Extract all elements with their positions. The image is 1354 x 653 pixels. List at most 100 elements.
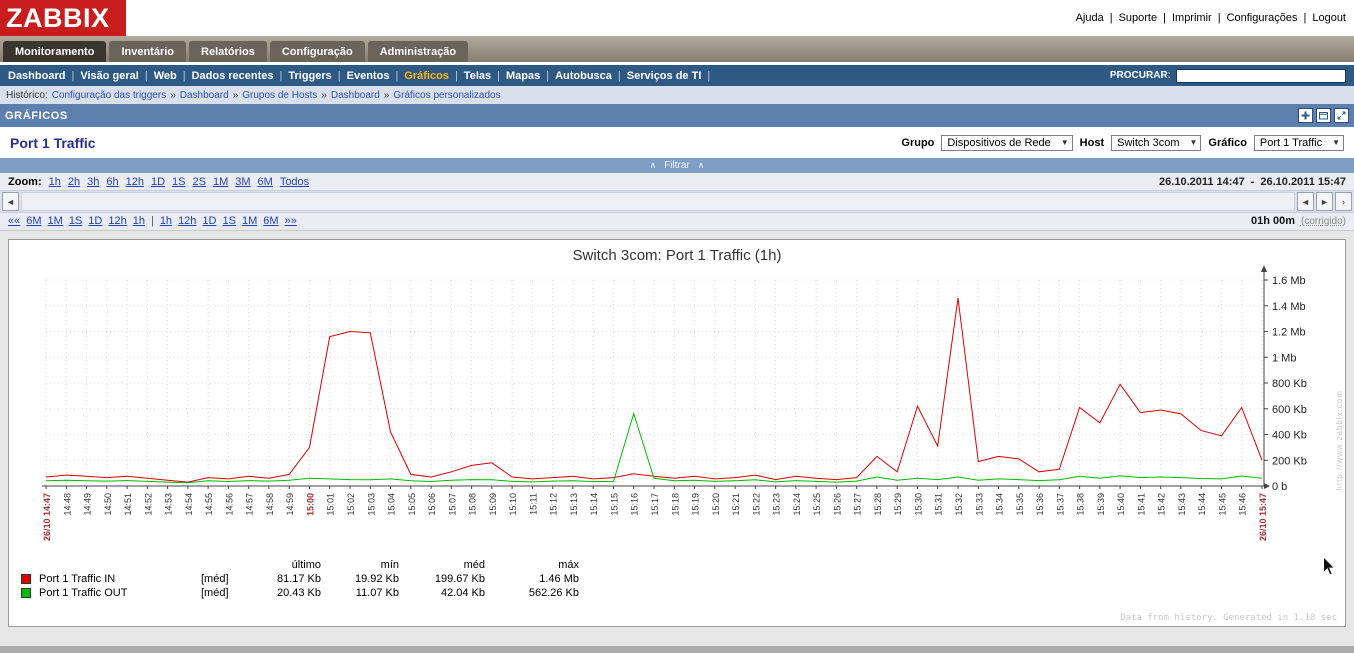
zabbix-logo-text: ZABBIX <box>6 2 110 33</box>
link-logout[interactable]: Logout <box>1312 12 1346 24</box>
shift-fwd-12h[interactable]: 12h <box>178 215 196 227</box>
separator: | <box>71 69 75 82</box>
history-link-2[interactable]: Dashboard <box>180 90 229 101</box>
section-title: GRÁFICOS <box>5 109 68 122</box>
shift-fwd-1s[interactable]: 1S <box>222 215 235 227</box>
sub-nav-item-eventos[interactable]: Eventos <box>347 70 390 82</box>
history-link-5[interactable]: Gráficos personalizados <box>393 90 500 101</box>
host-select-value: Switch 3com <box>1117 136 1180 149</box>
link-suporte[interactable]: Suporte <box>1119 12 1158 24</box>
svg-text:15:05: 15:05 <box>407 493 417 516</box>
link-ajuda[interactable]: Ajuda <box>1076 12 1104 24</box>
svg-text:15:37: 15:37 <box>1055 493 1065 516</box>
legend-swatch-out <box>21 588 31 598</box>
svg-text:15:22: 15:22 <box>751 493 761 516</box>
svg-text:14:48: 14:48 <box>62 493 72 516</box>
zoom-option-1s[interactable]: 1S <box>172 176 185 188</box>
zoom-option-6h[interactable]: 6h <box>106 176 118 188</box>
sub-nav-item-dados-recentes[interactable]: Dados recentes <box>192 70 274 82</box>
zoom-option-todos[interactable]: Todos <box>280 176 309 188</box>
zoom-option-12h[interactable]: 12h <box>126 176 144 188</box>
tab-relatorios[interactable]: Relatórios <box>189 41 267 62</box>
sub-nav-item-web[interactable]: Web <box>154 70 177 82</box>
sub-nav-item-graficos[interactable]: Gráficos <box>404 70 449 82</box>
zoom-option-2s[interactable]: 2S <box>193 176 206 188</box>
history-link-1[interactable]: Configuração das triggers <box>52 90 167 101</box>
scrollbar-right-button[interactable]: › <box>1335 192 1352 211</box>
shift-prev-all[interactable]: «« <box>8 215 20 227</box>
sub-nav-item-triggers[interactable]: Triggers <box>288 70 331 82</box>
zoom-option-3m[interactable]: 3M <box>235 176 250 188</box>
host-select[interactable]: Switch 3com ▼ <box>1111 134 1202 151</box>
shift-back-1s[interactable]: 1S <box>69 215 82 227</box>
sub-nav-item-visao-geral[interactable]: Visão geral <box>80 70 139 82</box>
zoom-option-3h[interactable]: 3h <box>87 176 99 188</box>
shift-fwd-1m[interactable]: 1M <box>242 215 257 227</box>
shift-fwd-6m[interactable]: 6M <box>263 215 278 227</box>
zoom-option-1m[interactable]: 1M <box>213 176 228 188</box>
group-select[interactable]: Dispositivos de Rede ▼ <box>941 134 1073 151</box>
zoom-option-1d[interactable]: 1D <box>151 176 165 188</box>
search-input[interactable] <box>1176 68 1346 83</box>
period-start[interactable]: 26.10.2011 14:47 <box>1159 176 1245 188</box>
history-link-3[interactable]: Grupos de Hosts <box>242 90 317 101</box>
shift-back-12h[interactable]: 12h <box>108 215 126 227</box>
zoom-option-6m[interactable]: 6M <box>258 176 273 188</box>
shift-fwd-1d[interactable]: 1D <box>202 215 216 227</box>
add-favourite-icon[interactable] <box>1298 108 1313 123</box>
legend-swatch-in <box>21 574 31 584</box>
zoom-option-2h[interactable]: 2h <box>68 176 80 188</box>
svg-text:14:52: 14:52 <box>143 493 153 516</box>
svg-text:14:50: 14:50 <box>103 493 113 516</box>
shift-back-1m[interactable]: 1M <box>48 215 63 227</box>
tab-inventario[interactable]: Inventário <box>109 41 187 62</box>
link-imprimir[interactable]: Imprimir <box>1172 12 1212 24</box>
zoom-option-1h[interactable]: 1h <box>49 176 61 188</box>
filter-toggle-bar[interactable]: ∧ Filtrar ∧ <box>0 158 1354 173</box>
shift-back-6m[interactable]: 6M <box>26 215 41 227</box>
shift-fwd-1h[interactable]: 1h <box>160 215 172 227</box>
tab-monitoramento[interactable]: Monitoramento <box>3 41 107 62</box>
period-end[interactable]: 26.10.2011 15:47 <box>1260 176 1346 188</box>
tab-configuracao[interactable]: Configuração <box>269 41 365 62</box>
sub-nav-item-telas[interactable]: Telas <box>464 70 491 82</box>
shift-next-all[interactable]: »» <box>285 215 297 227</box>
slider-left-button[interactable]: ◄ <box>1297 192 1314 211</box>
tab-administracao[interactable]: Administração <box>367 41 469 62</box>
sub-nav-item-servicos-de-ti[interactable]: Serviços de TI <box>627 70 702 82</box>
separator: » <box>232 89 239 101</box>
graph-legend: último mín méd máx Port 1 Traffic IN [mé… <box>21 558 1345 600</box>
legend-header-max: máx <box>558 559 579 571</box>
sub-nav-item-autobusca[interactable]: Autobusca <box>555 70 612 82</box>
history-link-4[interactable]: Dashboard <box>331 90 380 101</box>
shift-back-1d[interactable]: 1D <box>88 215 102 227</box>
sub-nav-item-dashboard[interactable]: Dashboard <box>8 70 65 82</box>
svg-text:14:55: 14:55 <box>204 493 214 516</box>
traffic-graph[interactable]: 1.6 Mb 1.4 Mb 1.2 Mb 1 Mb 800 Kb 600 Kb 400 Kb… <box>10 264 1344 558</box>
legend-agg-in: [méd] <box>201 573 229 585</box>
svg-text:15:20: 15:20 <box>711 493 721 516</box>
sub-nav-item-mapas[interactable]: Mapas <box>506 70 540 82</box>
zoom-options: Zoom: 1h 2h 3h 6h 12h 1D 1S 2S 1M 3M 6M … <box>8 176 309 188</box>
collapse-up-icon: ∧ <box>649 160 657 170</box>
svg-text:15:30: 15:30 <box>914 493 924 516</box>
graph-select[interactable]: Port 1 Traffic ▼ <box>1253 134 1344 151</box>
section-icons <box>1298 108 1349 123</box>
time-control-panel: Zoom: 1h 2h 3h 6h 12h 1D 1S 2S 1M 3M 6M … <box>0 173 1354 231</box>
page-title: Port 1 Traffic <box>10 134 96 151</box>
scrollbar-track[interactable] <box>21 192 1295 211</box>
svg-text:15:38: 15:38 <box>1076 493 1086 516</box>
slider-right-button[interactable]: ► <box>1316 192 1333 211</box>
fullscreen-icon[interactable] <box>1334 108 1349 123</box>
zabbix-logo[interactable]: ZABBIX <box>0 0 126 36</box>
filter-toggle-label: Filtrar <box>664 160 690 171</box>
link-configuracoes[interactable]: Configurações <box>1227 12 1298 24</box>
chevron-down-icon: ▼ <box>1060 138 1069 147</box>
scrollbar-left-button[interactable]: ◄ <box>2 192 19 211</box>
fixed-period-link[interactable]: (corrigido) <box>1301 216 1346 227</box>
shift-back-1h[interactable]: 1h <box>133 215 145 227</box>
legend-out-ultimo: 20.43 Kb <box>276 587 321 599</box>
svg-text:15:17: 15:17 <box>650 493 660 516</box>
legend-out-med: 42.04 Kb <box>440 587 485 599</box>
window-icon[interactable] <box>1316 108 1331 123</box>
